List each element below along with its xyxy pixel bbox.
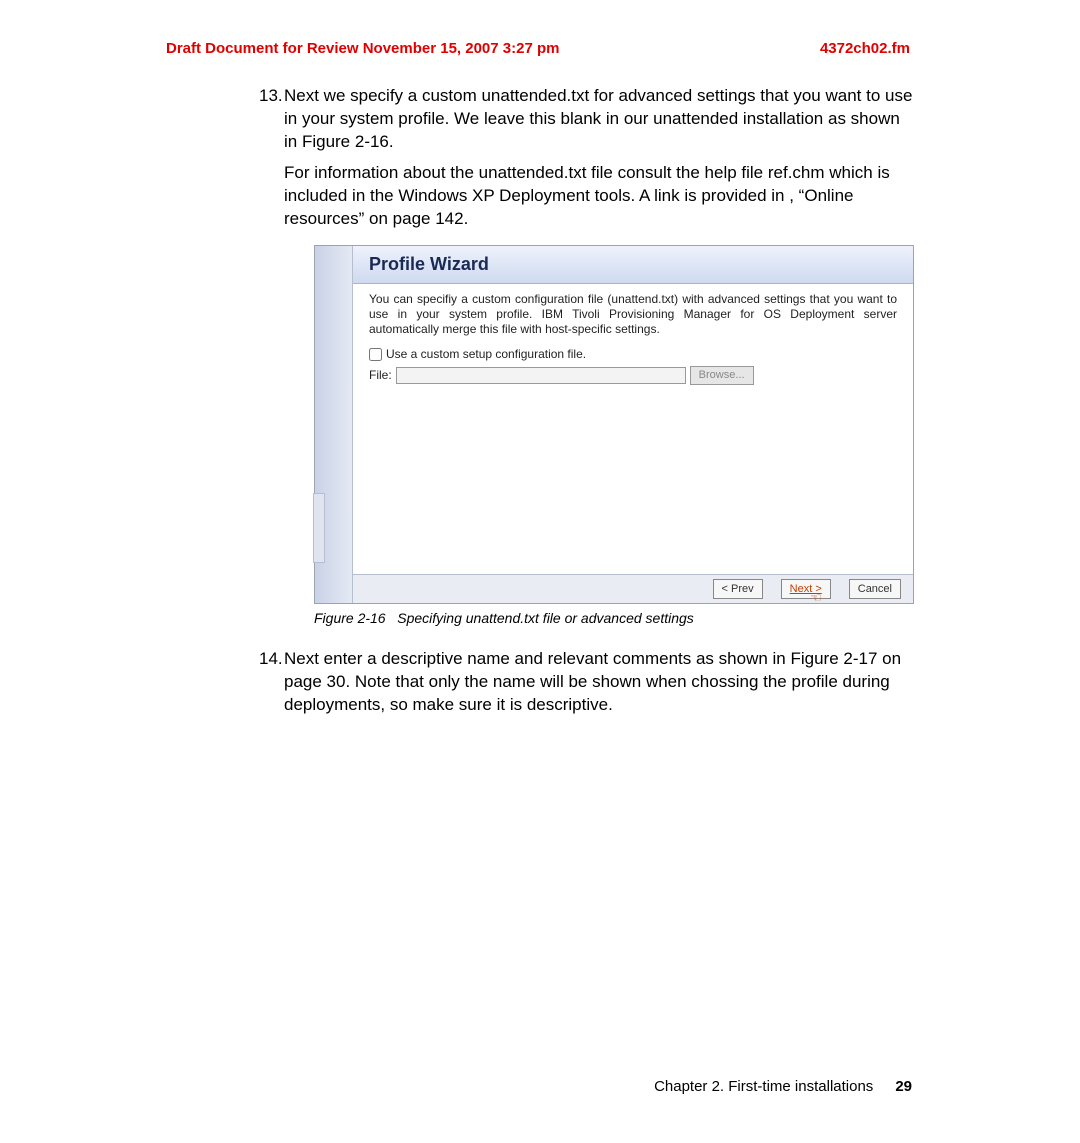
wizard-title: Profile Wizard	[353, 246, 913, 284]
wizard-sidebar	[315, 246, 353, 603]
use-custom-config-label: Use a custom setup configuration file.	[386, 347, 586, 362]
file-header: 4372ch02.fm	[820, 40, 910, 57]
step-14-para-1: Next enter a descriptive name and releva…	[284, 648, 916, 717]
wizard-description: You can specifiy a custom configuration …	[369, 292, 897, 337]
use-custom-config-checkbox[interactable]	[369, 348, 382, 361]
profile-wizard-window: Profile Wizard You can specifiy a custom…	[314, 245, 914, 604]
figure-2-16: Profile Wizard You can specifiy a custom…	[314, 245, 916, 604]
draft-header: Draft Document for Review November 15, 2…	[166, 40, 559, 57]
figure-caption: Figure 2-16 Specifying unattend.txt file…	[314, 610, 916, 626]
file-label: File:	[369, 368, 392, 383]
step-14-number: 14.	[259, 648, 283, 671]
step-13-para-1: Next we specify a custom unattended.txt …	[284, 85, 916, 154]
browse-button[interactable]: Browse...	[690, 366, 754, 385]
footer-page-number: 29	[895, 1078, 912, 1095]
step-13-para-2: For information about the unattended.txt…	[284, 162, 916, 231]
step-13: 13. Next we specify a custom unattended.…	[284, 85, 916, 231]
wizard-sidebar-stub	[313, 493, 325, 563]
next-button-label: Next >	[790, 583, 822, 595]
cancel-button[interactable]: Cancel	[849, 579, 901, 599]
file-path-input[interactable]	[396, 367, 686, 384]
prev-button[interactable]: < Prev	[713, 579, 763, 599]
next-button[interactable]: Next > ☜	[781, 579, 831, 599]
step-13-number: 13.	[259, 85, 283, 108]
footer-chapter: Chapter 2. First-time installations	[654, 1078, 873, 1095]
step-14: 14. Next enter a descriptive name and re…	[284, 648, 916, 717]
